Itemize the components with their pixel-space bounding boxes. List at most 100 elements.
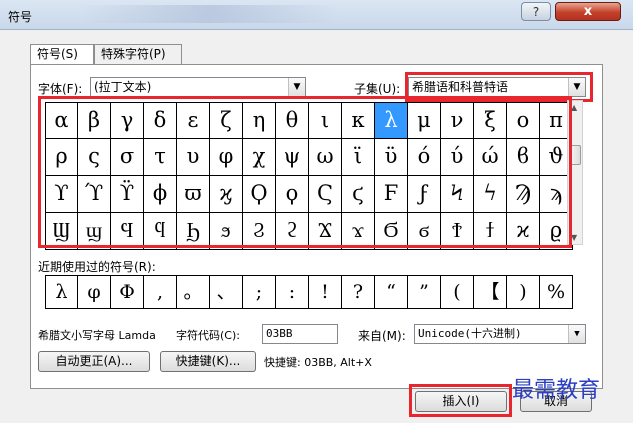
scroll-down-icon[interactable]: ▼	[571, 233, 577, 242]
symbol-cell[interactable]: ϧ	[210, 213, 243, 250]
symbol-cell[interactable]: ϥ	[144, 213, 177, 250]
symbol-cell[interactable]: ϓ	[78, 176, 111, 213]
char-code-input[interactable]: 03BB	[262, 324, 338, 344]
symbol-cell[interactable]: ϕ	[144, 176, 177, 213]
symbol-cell[interactable]: γ	[111, 102, 144, 139]
scrollbar-thumb[interactable]	[569, 145, 581, 165]
symbol-cell[interactable]: ϭ	[408, 213, 441, 250]
symbol-cell[interactable]: λ	[375, 102, 408, 139]
recent-symbol-cell[interactable]: ?	[342, 275, 375, 309]
symbol-cell[interactable]: Ϡ	[507, 176, 540, 213]
tab-special-characters[interactable]: 特殊字符(P)	[94, 44, 182, 64]
recent-symbol-cell[interactable]: :	[276, 275, 309, 309]
subset-select[interactable]: 希腊语和科普特语 ▼	[408, 77, 586, 97]
symbol-cell[interactable]: η	[243, 102, 276, 139]
symbol-cell[interactable]: ϐ	[507, 139, 540, 176]
symbol-cell[interactable]: ο	[507, 102, 540, 139]
symbol-cell[interactable]: ϙ	[276, 176, 309, 213]
symbol-cell[interactable]: Ϧ	[177, 213, 210, 250]
symbol-cell[interactable]: ι	[309, 102, 342, 139]
symbol-cell[interactable]: ϟ	[474, 176, 507, 213]
symbol-cell[interactable]: Ϝ	[375, 176, 408, 213]
close-button[interactable]: x	[555, 2, 621, 21]
subset-select-value: 希腊语和科普特语	[412, 80, 509, 94]
symbol-cell[interactable]: θ	[276, 102, 309, 139]
symbol-cell[interactable]: Ϙ	[243, 176, 276, 213]
recent-symbol-cell[interactable]: Φ	[111, 275, 144, 309]
symbol-cell[interactable]: ϩ	[276, 213, 309, 250]
symbol-cell[interactable]: ψ	[276, 139, 309, 176]
autocorrect-button[interactable]: 自动更正(A)...	[38, 351, 150, 372]
symbol-cell[interactable]: ώ	[474, 139, 507, 176]
symbol-cell[interactable]: ύ	[441, 139, 474, 176]
recent-symbol-cell[interactable]: ”	[408, 275, 441, 309]
symbol-cell[interactable]: ϫ	[342, 213, 375, 250]
symbol-cell[interactable]: ϋ	[375, 139, 408, 176]
title-bar: 符号 ? x	[0, 0, 633, 30]
from-select-value: Unicode(十六进制)	[418, 327, 522, 340]
symbol-cell[interactable]: Ϭ	[375, 213, 408, 250]
insert-button[interactable]: 插入(I)	[415, 391, 507, 412]
symbol-cell[interactable]: ϗ	[210, 176, 243, 213]
symbol-cell[interactable]: α	[45, 102, 78, 139]
symbol-cell[interactable]: ϒ	[45, 176, 78, 213]
symbol-cell[interactable]: ϖ	[177, 176, 210, 213]
symbol-cell[interactable]: Ϫ	[309, 213, 342, 250]
symbol-cell[interactable]: μ	[408, 102, 441, 139]
from-label: 来自(M):	[358, 329, 406, 343]
symbol-cell[interactable]: χ	[243, 139, 276, 176]
recent-symbol-cell[interactable]: “	[375, 275, 408, 309]
recent-symbol-cell[interactable]: 【	[474, 275, 507, 309]
recent-symbol-cell[interactable]: 、	[210, 275, 243, 309]
symbol-cell[interactable]: ξ	[474, 102, 507, 139]
recent-symbol-cell[interactable]: )	[507, 275, 540, 309]
recent-symbol-cell[interactable]: 。	[177, 275, 210, 309]
recent-symbols-label: 近期使用过的符号(R):	[38, 260, 156, 274]
symbol-cell[interactable]: ν	[441, 102, 474, 139]
symbol-cell[interactable]: τ	[144, 139, 177, 176]
symbol-grid-scrollbar[interactable]: ▲ ▼	[567, 100, 583, 245]
symbol-cell[interactable]: ω	[309, 139, 342, 176]
symbol-cell[interactable]: δ	[144, 102, 177, 139]
symbol-cell[interactable]: ϣ	[78, 213, 111, 250]
symbol-cell[interactable]: ζ	[210, 102, 243, 139]
symbol-cell[interactable]: ϔ	[111, 176, 144, 213]
character-name: 希腊文小写字母 Lamda	[38, 329, 156, 342]
recent-symbol-cell[interactable]: λ	[45, 275, 78, 309]
symbol-cell[interactable]: Ϛ	[309, 176, 342, 213]
symbol-cell[interactable]: ε	[177, 102, 210, 139]
symbol-cell[interactable]: φ	[210, 139, 243, 176]
recent-symbol-cell[interactable]: ,	[144, 275, 177, 309]
symbol-cell[interactable]: κ	[342, 102, 375, 139]
symbol-cell[interactable]: ϝ	[408, 176, 441, 213]
recent-symbol-cell[interactable]: φ	[78, 275, 111, 309]
recent-symbol-cell[interactable]: (	[441, 275, 474, 309]
symbol-cell[interactable]: ϛ	[342, 176, 375, 213]
symbol-cell[interactable]: ρ	[45, 139, 78, 176]
recent-symbol-cell[interactable]: !	[309, 275, 342, 309]
recent-symbol-cell[interactable]: ;	[243, 275, 276, 309]
shortcut-key-button[interactable]: 快捷键(K)...	[160, 351, 256, 372]
symbol-cell[interactable]: ς	[78, 139, 111, 176]
char-code-label: 字符代码(C):	[176, 329, 240, 342]
tab-symbols[interactable]: 符号(S)	[30, 44, 94, 65]
symbol-cell[interactable]: Ϥ	[111, 213, 144, 250]
symbol-cell[interactable]: Ϩ	[243, 213, 276, 250]
subset-label: 子集(U):	[354, 82, 401, 96]
symbol-cell[interactable]: Ϯ	[441, 213, 474, 250]
scroll-up-icon[interactable]: ▲	[571, 103, 577, 112]
symbol-cell[interactable]: Ϟ	[441, 176, 474, 213]
symbol-cell[interactable]: Ϣ	[45, 213, 78, 250]
help-icon: ?	[532, 5, 540, 19]
symbol-cell[interactable]: β	[78, 102, 111, 139]
font-select[interactable]: (拉丁文本) ▼	[90, 77, 306, 97]
symbol-cell[interactable]: ϯ	[474, 213, 507, 250]
symbol-cell[interactable]: σ	[111, 139, 144, 176]
recent-symbol-cell[interactable]: %	[540, 275, 573, 309]
from-select[interactable]: Unicode(十六进制) ▼	[414, 324, 586, 344]
symbol-cell[interactable]: ϊ	[342, 139, 375, 176]
symbol-cell[interactable]: ό	[408, 139, 441, 176]
symbol-cell[interactable]: ϰ	[507, 213, 540, 250]
help-button[interactable]: ?	[521, 2, 551, 21]
symbol-cell[interactable]: υ	[177, 139, 210, 176]
